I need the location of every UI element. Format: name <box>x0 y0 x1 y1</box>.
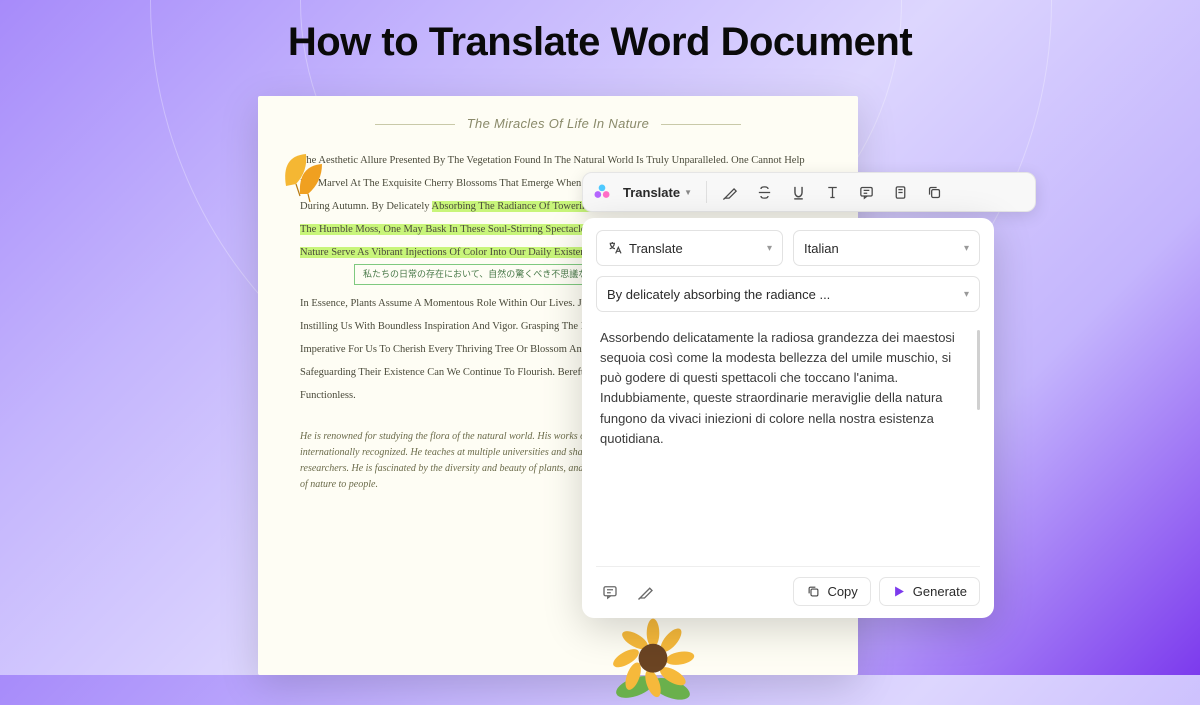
translate-icon <box>607 240 623 256</box>
source-text-preview: By delicately absorbing the radiance ... <box>607 287 830 302</box>
language-select[interactable]: Italian <box>793 230 980 266</box>
action-select-label: Translate <box>629 241 683 256</box>
translate-panel: Translate Italian By delicately absorbin… <box>582 218 994 618</box>
copy-button[interactable]: Copy <box>793 577 870 606</box>
language-select-label: Italian <box>804 241 839 256</box>
app-logo-icon <box>591 181 613 203</box>
sunflower-icon <box>608 615 698 705</box>
action-select[interactable]: Translate <box>596 230 783 266</box>
play-icon <box>892 584 907 599</box>
ginkgo-leaf-icon <box>276 146 336 206</box>
translation-output: Assorbendo delicatamente la radiosa gran… <box>596 326 980 558</box>
scrollbar[interactable] <box>977 330 980 410</box>
chevron-down-icon: ▼ <box>684 188 692 197</box>
translate-dropdown-button[interactable]: Translate ▼ <box>617 181 698 204</box>
floating-toolbar: Translate ▼ <box>582 172 1036 212</box>
highlighter-icon[interactable] <box>715 177 745 207</box>
link-icon[interactable] <box>885 177 915 207</box>
insert-comment-icon[interactable] <box>596 578 624 606</box>
translate-label: Translate <box>623 185 680 200</box>
copy-icon[interactable] <box>919 177 949 207</box>
document-title: The Miracles Of Life In Nature <box>300 116 816 131</box>
highlighter-icon[interactable] <box>632 578 660 606</box>
copy-icon <box>806 584 821 599</box>
generate-button[interactable]: Generate <box>879 577 980 606</box>
page-title: How to Translate Word Document <box>0 20 1200 65</box>
copy-button-label: Copy <box>827 584 857 599</box>
generate-button-label: Generate <box>913 584 967 599</box>
panel-footer: Copy Generate <box>596 566 980 606</box>
underline-icon[interactable] <box>783 177 813 207</box>
text-format-icon[interactable] <box>817 177 847 207</box>
source-text-select[interactable]: By delicately absorbing the radiance ... <box>596 276 980 312</box>
strikethrough-icon[interactable] <box>749 177 779 207</box>
comment-icon[interactable] <box>851 177 881 207</box>
